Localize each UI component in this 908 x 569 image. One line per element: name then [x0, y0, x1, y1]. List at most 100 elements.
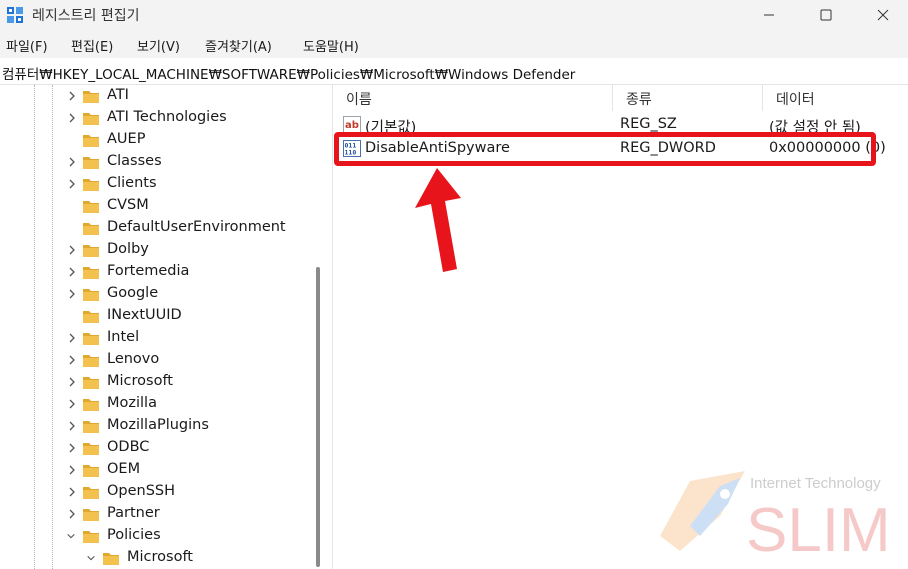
tree-item-label: Fortemedia: [107, 263, 190, 279]
tree-item-inextuuid[interactable]: INextUUID: [0, 306, 310, 328]
chevron-right-icon[interactable]: [67, 397, 77, 411]
tree-item-lenovo[interactable]: Lenovo: [0, 350, 310, 372]
svg-text:ab: ab: [345, 120, 359, 131]
chevron-right-icon[interactable]: [67, 155, 77, 169]
tree-item-label: INextUUID: [107, 307, 182, 323]
address-path[interactable]: 컴퓨터₩HKEY_LOCAL_MACHINE₩SOFTWARE₩Policies…: [2, 63, 575, 83]
folder-icon: [83, 157, 99, 169]
tree-item-google[interactable]: Google: [0, 284, 310, 306]
tree-item-label: Intel: [107, 329, 140, 345]
menu-edit[interactable]: 편집(E): [71, 36, 113, 55]
chevron-right-icon[interactable]: [67, 419, 77, 433]
folder-icon: [83, 267, 99, 279]
key-tree-pane[interactable]: ATI ATI Technologies AUEP Classes Clients CVS…: [0, 85, 333, 569]
tree-item-label: Partner: [107, 505, 160, 521]
menu-help[interactable]: 도움말(H): [303, 36, 359, 55]
value-type: REG_SZ: [620, 116, 677, 132]
tree-item-label: Policies: [107, 527, 161, 543]
address-bar[interactable]: 컴퓨터₩HKEY_LOCAL_MACHINE₩SOFTWARE₩Policies…: [0, 60, 908, 85]
chevron-right-icon[interactable]: [67, 485, 77, 499]
tree-scrollbar[interactable]: [316, 267, 320, 567]
folder-icon: [83, 113, 99, 125]
watermark-logo: Internet Technology SLIM: [660, 471, 891, 565]
chevron-right-icon[interactable]: [67, 243, 77, 257]
tree-item-auep[interactable]: AUEP: [0, 130, 310, 152]
tree-item-ati-technologies[interactable]: ATI Technologies: [0, 108, 310, 130]
registry-editor-icon: [7, 7, 23, 23]
menu-favorites[interactable]: 즐겨찾기(A): [205, 36, 272, 55]
folder-icon: [83, 487, 99, 499]
folder-icon: [83, 333, 99, 345]
chevron-right-icon[interactable]: [67, 89, 77, 103]
folder-icon: [103, 553, 119, 565]
tree-item-openssh[interactable]: OpenSSH: [0, 482, 310, 504]
minimize-button[interactable]: [746, 0, 792, 30]
chevron-down-icon[interactable]: [66, 529, 76, 543]
maximize-button[interactable]: [803, 0, 849, 30]
chevron-right-icon[interactable]: [67, 265, 77, 279]
tree-item-label: Mozilla: [107, 395, 157, 411]
string-value-icon: ab: [343, 116, 361, 133]
red-arrow-annotation: [415, 168, 461, 272]
tree-item-clients[interactable]: Clients: [0, 174, 310, 196]
menu-file[interactable]: 파일(F): [6, 36, 48, 55]
chevron-right-icon[interactable]: [67, 177, 77, 191]
tree-item-cvsm[interactable]: CVSM: [0, 196, 310, 218]
tree-item-mozilla[interactable]: Mozilla: [0, 394, 310, 416]
chevron-right-icon[interactable]: [67, 375, 77, 389]
tree-item-label: AUEP: [107, 131, 146, 147]
folder-icon: [83, 289, 99, 301]
tree-item-microsoft[interactable]: Microsoft: [0, 372, 310, 394]
tree-item-label: ATI Technologies: [107, 109, 227, 125]
folder-icon: [83, 223, 99, 235]
folder-icon: [83, 465, 99, 477]
folder-icon: [83, 91, 99, 103]
tree-item-label: ATI: [107, 87, 129, 103]
tree-item-label: ODBC: [107, 439, 150, 455]
folder-icon: [83, 377, 99, 389]
title-bar: 레지스트리 편집기: [0, 0, 908, 30]
chevron-right-icon[interactable]: [67, 331, 77, 345]
tree-item-microsoft[interactable]: Microsoft: [0, 548, 310, 569]
folder-icon: [83, 509, 99, 521]
column-header-name[interactable]: 이름: [333, 85, 613, 111]
folder-icon: [83, 245, 99, 257]
menu-bar: 파일(F) 편집(E) 보기(V) 즐겨찾기(A) 도움말(H): [0, 30, 908, 58]
chevron-right-icon[interactable]: [67, 441, 77, 455]
folder-icon: [83, 201, 99, 213]
column-header-type[interactable]: 종류: [613, 85, 763, 111]
close-icon: [877, 9, 889, 21]
tree-item-label: MozillaPlugins: [107, 417, 209, 433]
window-title: 레지스트리 편집기: [32, 8, 140, 24]
tree-item-mozillaplugins[interactable]: MozillaPlugins: [0, 416, 310, 438]
tree-item-label: Microsoft: [127, 549, 193, 565]
chevron-right-icon[interactable]: [67, 353, 77, 367]
tree-item-label: Classes: [107, 153, 162, 169]
tree-item-oem[interactable]: OEM: [0, 460, 310, 482]
tree-item-odbc[interactable]: ODBC: [0, 438, 310, 460]
tree-item-dolby[interactable]: Dolby: [0, 240, 310, 262]
tree-item-defaultuserenvironment[interactable]: DefaultUserEnvironment: [0, 218, 310, 240]
tree-item-policies[interactable]: Policies: [0, 526, 310, 548]
chevron-right-icon[interactable]: [67, 287, 77, 301]
folder-icon: [83, 531, 99, 543]
folder-icon: [83, 443, 99, 455]
chevron-right-icon[interactable]: [67, 463, 77, 477]
maximize-icon: [820, 9, 832, 21]
tree-item-classes[interactable]: Classes: [0, 152, 310, 174]
column-header-data[interactable]: 데이터: [763, 85, 908, 111]
tree-item-ati[interactable]: ATI: [0, 86, 310, 108]
tree-item-partner[interactable]: Partner: [0, 504, 310, 526]
folder-icon: [83, 399, 99, 411]
tree-item-label: OpenSSH: [107, 483, 176, 499]
chevron-down-icon[interactable]: [86, 551, 96, 565]
menu-view[interactable]: 보기(V): [137, 36, 180, 55]
tree-item-intel[interactable]: Intel: [0, 328, 310, 350]
tree-item-label: Google: [107, 285, 159, 301]
close-button[interactable]: [860, 0, 906, 30]
folder-icon: [83, 355, 99, 367]
chevron-right-icon[interactable]: [67, 111, 77, 125]
minimize-icon: [764, 14, 774, 16]
chevron-right-icon[interactable]: [67, 507, 77, 521]
tree-item-fortemedia[interactable]: Fortemedia: [0, 262, 310, 284]
